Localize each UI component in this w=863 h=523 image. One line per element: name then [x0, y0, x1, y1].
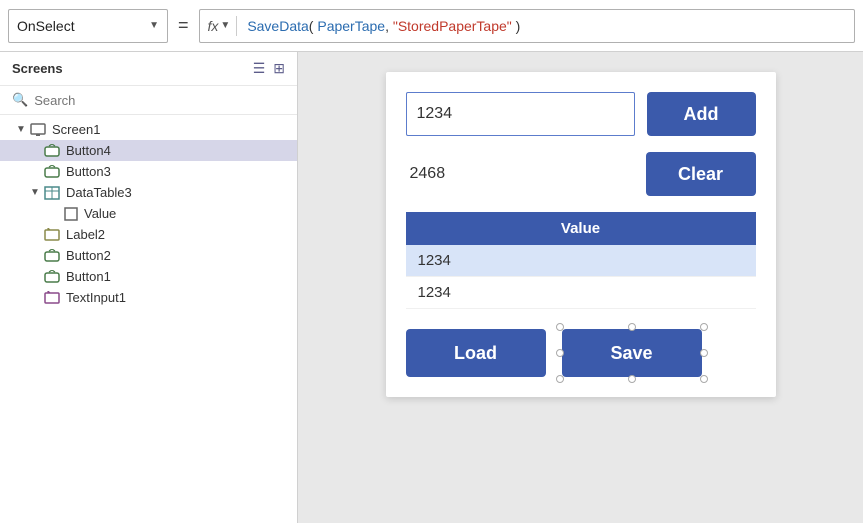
search-bar: 🔍: [0, 86, 297, 115]
save-button-wrapper: Save: [562, 329, 702, 377]
formula-divider: [236, 16, 237, 36]
add-button[interactable]: Add: [647, 92, 756, 136]
table-row: 1234: [406, 277, 756, 309]
list-view-icon[interactable]: ☰: [253, 60, 266, 77]
clear-row: 2468 Clear: [406, 152, 756, 196]
dropdown-arrow-icon: ▼: [149, 20, 159, 31]
sidebar-item-screen1[interactable]: ▼ Screen1: [0, 119, 297, 140]
button-icon: [44, 270, 60, 284]
table-row: 1234: [406, 245, 756, 277]
handle-bottom-right[interactable]: [700, 375, 708, 383]
button-icon: [44, 165, 60, 179]
table-cell: 1234: [406, 245, 756, 277]
event-dropdown[interactable]: OnSelect ▼: [8, 9, 168, 43]
text-input-field[interactable]: [406, 92, 635, 136]
sidebar: Screens ☰ ⊞ 🔍 ▼ Screen1 ▶: [0, 52, 298, 523]
save-button[interactable]: Save: [562, 329, 702, 377]
bottom-row: Load Save: [406, 329, 756, 377]
screen-icon: [30, 123, 46, 137]
sidebar-label-button4: Button4: [66, 143, 111, 158]
sidebar-item-value[interactable]: ▶ Value: [0, 203, 297, 224]
main-area: Screens ☰ ⊞ 🔍 ▼ Screen1 ▶: [0, 52, 863, 523]
sidebar-label-label2: Label2: [66, 227, 105, 242]
sidebar-header: Screens ☰ ⊞: [0, 52, 297, 86]
checkbox-icon: [64, 207, 78, 221]
app-canvas: Add 2468 Clear Value 1234: [386, 72, 776, 397]
sidebar-label-screen1: Screen1: [52, 122, 100, 137]
tree-container: ▼ Screen1 ▶ Button4 ▶ Button3: [0, 115, 297, 523]
sidebar-item-button4[interactable]: ▶ Button4: [0, 140, 297, 161]
datatable-icon: [44, 186, 60, 200]
top-bar: OnSelect ▼ = fx ▼ SaveData( PaperTape, "…: [0, 0, 863, 52]
table-header: Value: [406, 212, 756, 245]
fx-icon: fx ▼: [208, 18, 231, 34]
sidebar-item-textinput1[interactable]: ▶ TextInput1: [0, 287, 297, 308]
clear-button[interactable]: Clear: [646, 152, 756, 196]
sidebar-item-button1[interactable]: ▶ Button1: [0, 266, 297, 287]
formula-content: SaveData( PaperTape, "StoredPaperTape" ): [247, 18, 520, 34]
sidebar-title: Screens: [12, 61, 63, 76]
handle-bottom-left[interactable]: [556, 375, 564, 383]
button-icon: [44, 144, 60, 158]
sidebar-view-icons: ☰ ⊞: [253, 60, 285, 77]
expand-arrow-icon: ▼: [16, 124, 26, 135]
grid-view-icon[interactable]: ⊞: [273, 60, 285, 77]
sidebar-item-datatable3[interactable]: ▼ DataTable3: [0, 182, 297, 203]
label-icon: [44, 228, 60, 242]
event-label: OnSelect: [17, 18, 145, 34]
expand-arrow-icon: ▼: [30, 187, 40, 198]
display-value: 2468: [406, 165, 634, 183]
sidebar-label-button2: Button2: [66, 248, 111, 263]
textinput-icon: [44, 291, 60, 305]
add-row: Add: [406, 92, 756, 136]
sidebar-label-datatable3: DataTable3: [66, 185, 132, 200]
sidebar-label-value: Value: [84, 206, 116, 221]
sidebar-item-button2[interactable]: ▶ Button2: [0, 245, 297, 266]
sidebar-label-button1: Button1: [66, 269, 111, 284]
load-button[interactable]: Load: [406, 329, 546, 377]
table-cell: 1234: [406, 277, 756, 309]
search-icon: 🔍: [12, 92, 28, 108]
data-table: Value 1234 1234: [406, 212, 756, 309]
search-input[interactable]: [34, 93, 285, 108]
sidebar-item-button3[interactable]: ▶ Button3: [0, 161, 297, 182]
button-icon: [44, 249, 60, 263]
canvas-area: Add 2468 Clear Value 1234: [298, 52, 863, 523]
equals-icon: =: [178, 15, 189, 36]
sidebar-label-button3: Button3: [66, 164, 111, 179]
sidebar-item-label2[interactable]: ▶ Label2: [0, 224, 297, 245]
formula-bar[interactable]: fx ▼ SaveData( PaperTape, "StoredPaperTa…: [199, 9, 855, 43]
sidebar-label-textinput1: TextInput1: [66, 290, 126, 305]
